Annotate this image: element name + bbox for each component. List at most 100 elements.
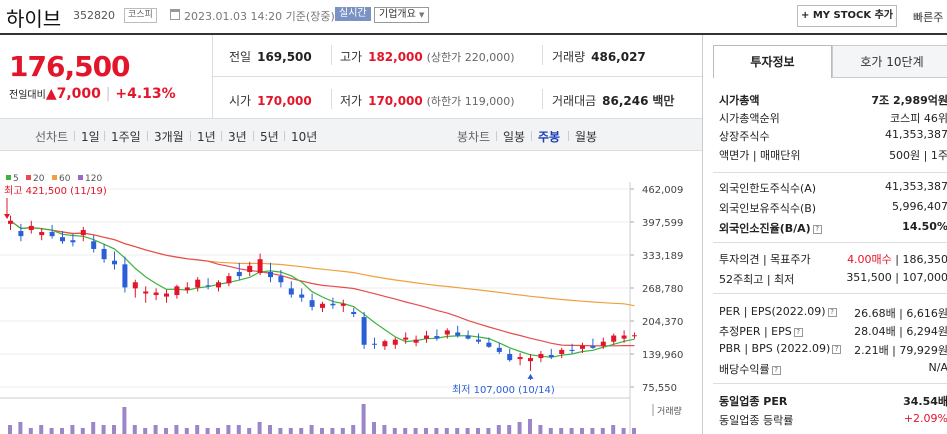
- company-overview-dropdown[interactable]: 기업개요 ▼: [374, 7, 430, 23]
- stat-unit: 백만: [652, 94, 675, 108]
- legend-label: 5: [13, 174, 19, 184]
- candle-body: [18, 231, 24, 237]
- volume-bar: [590, 428, 595, 434]
- add-mystock-button[interactable]: + MY STOCK 추가: [797, 5, 897, 27]
- volume-bar: [340, 428, 345, 434]
- volume-bar: [444, 428, 449, 434]
- tick-label: 75,550: [642, 383, 677, 394]
- volume-bar: [112, 425, 116, 434]
- row-key-text: PBR | BPS (2022.09): [719, 342, 831, 355]
- candle-body: [195, 279, 201, 288]
- candle-body: [174, 286, 180, 296]
- stat-value: 170,000: [257, 94, 312, 108]
- row-value: 4.00매수 | 186,350: [847, 253, 947, 266]
- row-value: 코스피 46위: [890, 112, 947, 125]
- candle-series: [8, 215, 637, 371]
- stat-amount: 거래대금 86,246 백만: [552, 92, 674, 109]
- period-1w[interactable]: 1주일: [111, 128, 141, 145]
- help-icon[interactable]: ?: [793, 327, 803, 337]
- candle-body: [465, 335, 471, 339]
- row-value: 34.54배: [903, 393, 947, 409]
- volume-bar: [486, 428, 491, 434]
- help-icon[interactable]: ?: [827, 307, 837, 317]
- volume-label: 거래량: [657, 405, 682, 417]
- candle-body: [216, 282, 221, 288]
- row-value: +2.09%: [903, 412, 947, 425]
- row-key[interactable]: 동일업종 등락률: [719, 412, 793, 428]
- volume-bar: [91, 422, 96, 434]
- stat-prev-close: 전일 169,500: [229, 48, 312, 65]
- ma-line: [10, 220, 635, 307]
- stat-open: 시가 170,000: [229, 92, 312, 109]
- candle-body: [528, 358, 533, 362]
- candle-body: [8, 220, 13, 224]
- volume-bar: [164, 428, 168, 434]
- period-3y[interactable]: 3년: [228, 128, 247, 145]
- legend-swatch: [26, 175, 31, 180]
- candle-body: [392, 339, 398, 345]
- row-key: PER | EPS(2022.09)?: [719, 305, 837, 318]
- volume-bar: [538, 425, 543, 434]
- candle-body: [112, 260, 117, 265]
- tick-label: 139,960: [642, 350, 683, 361]
- volume-bar: [424, 428, 428, 434]
- period-5y[interactable]: 5년: [260, 128, 279, 145]
- stat-key: 시가: [229, 94, 252, 108]
- candle-body: [288, 288, 294, 295]
- period-3m[interactable]: 3개월: [154, 128, 184, 145]
- row-value-text: 34.54배: [903, 395, 947, 408]
- volume-bar: [403, 428, 408, 434]
- period-1y[interactable]: 1년: [197, 128, 216, 145]
- volume-bar: [257, 422, 262, 434]
- current-price: 176,500: [9, 50, 131, 83]
- volume-bar: [382, 425, 387, 434]
- tab-order-book[interactable]: 호가 10단계: [832, 45, 947, 78]
- candle-body: [70, 240, 76, 243]
- candle-body: [590, 345, 596, 348]
- row-value: 41,353,387: [885, 180, 947, 193]
- volume-bar: [580, 428, 584, 434]
- weekly-candlestick-chart[interactable]: 5 20 60 120 462,009 397,599 333,189 268,780 204…: [0, 152, 702, 434]
- panel-divider: [713, 383, 947, 384]
- candle-daily[interactable]: 일봉: [503, 128, 525, 145]
- tab-invest-info[interactable]: 투자정보: [713, 45, 832, 78]
- period-10y[interactable]: 10년: [291, 128, 317, 145]
- help-icon[interactable]: ?: [771, 365, 781, 375]
- row-key[interactable]: 시가총액순위: [719, 110, 780, 126]
- volume-bar: [434, 428, 439, 434]
- ma-line: [10, 220, 635, 347]
- candle-body: [413, 339, 419, 343]
- period-1d[interactable]: 1일: [81, 128, 100, 145]
- legend-swatch: [52, 175, 57, 180]
- row-key-text: PER | EPS(2022.09): [719, 305, 826, 318]
- candle-body: [28, 225, 34, 230]
- candle-monthly[interactable]: 월봉: [575, 128, 597, 145]
- row-key: 배당수익률?: [719, 361, 781, 377]
- candle-body: [455, 332, 461, 336]
- realtime-button[interactable]: 실시간: [335, 7, 371, 21]
- quote-timestamp: 2023.01.03 14:20 기준(장중): [184, 10, 335, 23]
- row-value: 28.04배 | 6,294원: [854, 325, 947, 338]
- candle-body: [632, 335, 637, 337]
- row-value: 351,500 | 107,000: [846, 271, 947, 284]
- price-change: 전일대비▲7,000 | +4.13%: [9, 86, 176, 102]
- row-value: 7조 2,989억원: [871, 92, 947, 108]
- candle-weekly[interactable]: 주봉: [538, 128, 560, 145]
- volume-bar: [60, 428, 64, 434]
- help-icon[interactable]: ?: [812, 224, 822, 234]
- volume-bar: [268, 425, 272, 434]
- candle-body: [299, 294, 305, 298]
- candle-body: [444, 330, 450, 335]
- row-value: 14.50%: [902, 220, 947, 233]
- chart-grid: [0, 182, 631, 434]
- quick-search-link[interactable]: 빠른주: [913, 9, 943, 25]
- chart-period-toolbar: 선차트 1일 1주일 3개월 1년 3년 5년 10년 봉차트 일봉 주봉 월봉: [0, 118, 702, 151]
- volume-bar: [559, 428, 564, 434]
- volume-bar: [226, 425, 231, 434]
- tick-label: 268,780: [642, 284, 683, 295]
- stock-code: 352820: [73, 9, 115, 22]
- up-triangle-icon: ▲: [45, 86, 57, 102]
- stat-key: 거래대금: [552, 94, 597, 108]
- volume-bar: [174, 425, 179, 434]
- help-icon[interactable]: ?: [832, 344, 842, 354]
